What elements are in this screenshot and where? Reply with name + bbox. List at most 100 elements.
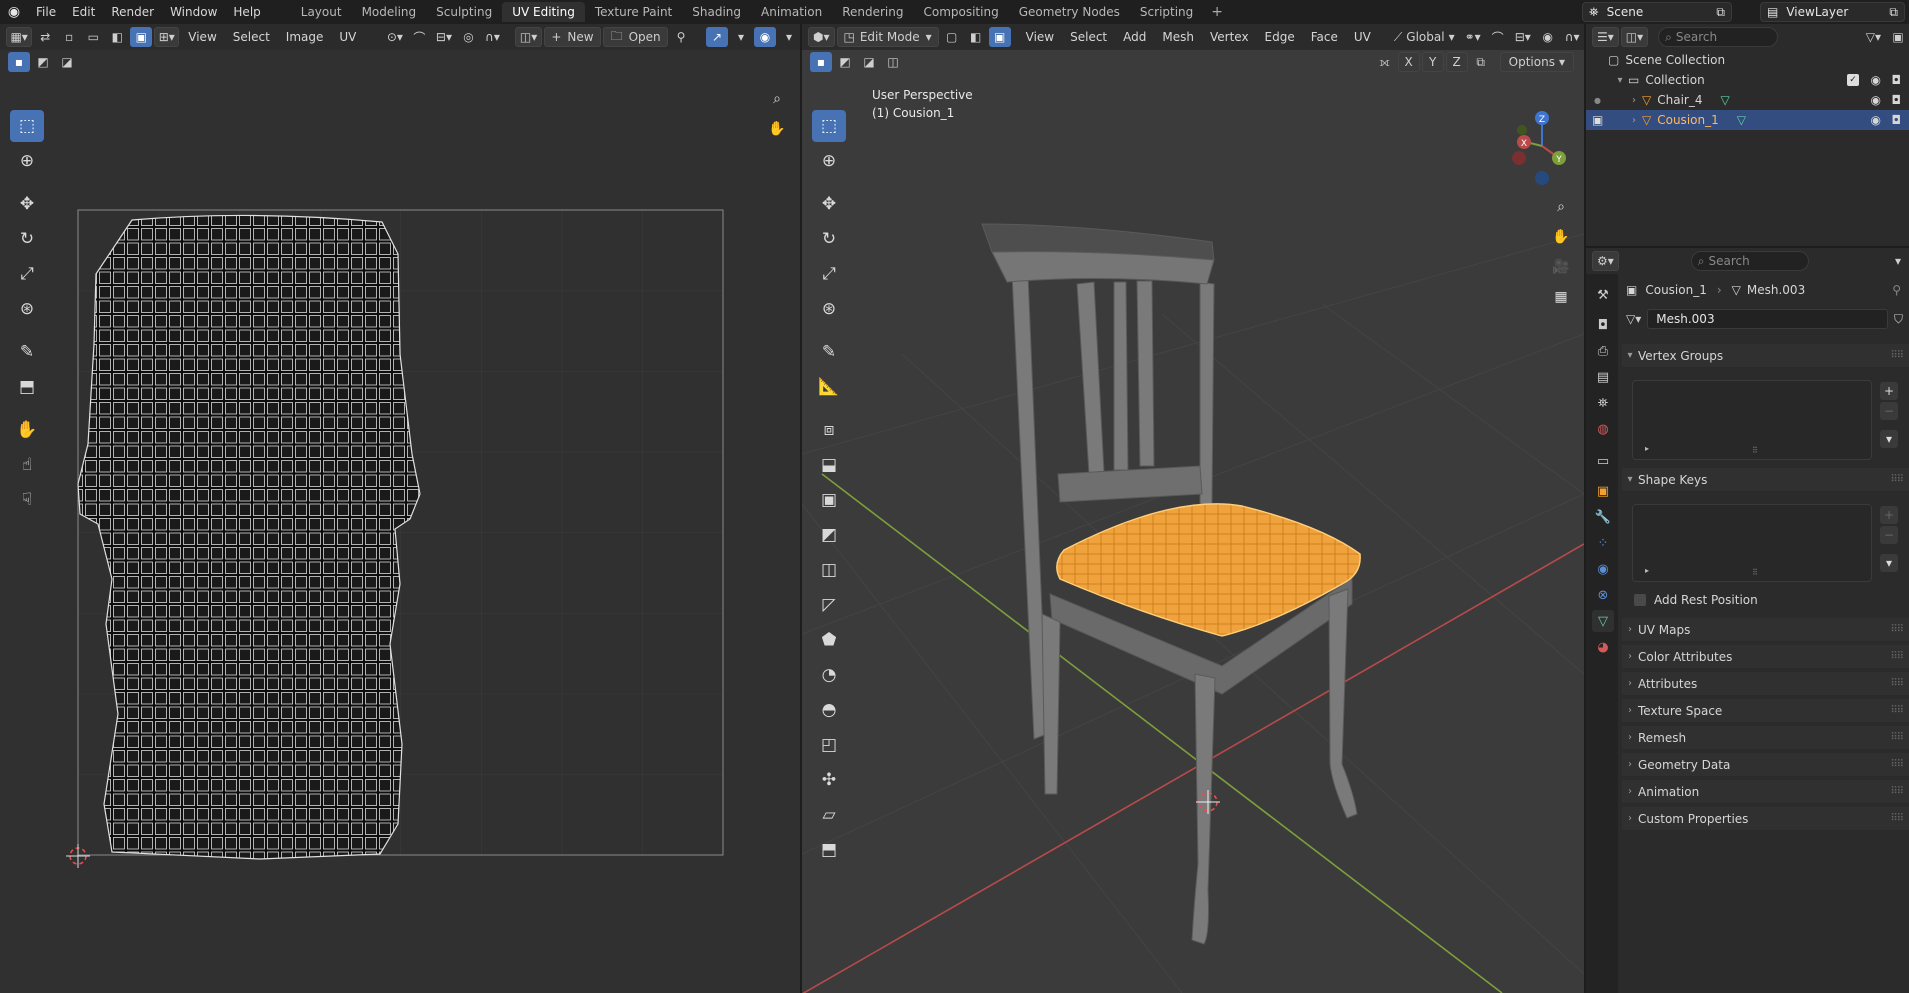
move-icon[interactable]: ✥ (812, 188, 846, 220)
remove-vertex-group-button[interactable]: − (1880, 402, 1898, 420)
scale-icon[interactable]: ⤢ (812, 258, 846, 290)
poly-build-icon[interactable]: ⬟ (812, 624, 846, 656)
visibility-eye-icon[interactable]: ◉ (1871, 93, 1881, 107)
drag-handle-icon[interactable]: ⠿⠿ (1890, 759, 1904, 770)
outliner-scene-collection[interactable]: ▢ Scene Collection (1586, 50, 1909, 70)
pin-icon[interactable]: ⚲ (1892, 283, 1901, 297)
snap-icon[interactable]: ⌒ (1487, 27, 1509, 47)
drag-handle-icon[interactable]: ⠿⠿ (1890, 678, 1904, 689)
vp-menu-view[interactable]: View (1019, 30, 1061, 44)
mirror-y-button[interactable]: Y (1421, 52, 1444, 72)
visibility-eye-icon[interactable]: ◉ (1871, 73, 1881, 87)
viewport-canvas[interactable]: Z Y X (802, 74, 1584, 993)
camera-view-icon[interactable]: 🎥 (1548, 254, 1574, 280)
chevron-right-icon[interactable]: › (1626, 115, 1642, 126)
tool-tab-icon[interactable]: ⚒ (1592, 284, 1614, 306)
editor-type-icon[interactable]: ⚙▾ (1592, 251, 1619, 271)
annotate-icon[interactable]: ✎ (10, 336, 44, 368)
chevron-right-icon[interactable]: › (1626, 95, 1642, 106)
snap-target-icon[interactable]: ⊟▾ (1511, 27, 1535, 47)
list-expand-icon[interactable]: ▸ (1645, 566, 1649, 575)
drag-handle-icon[interactable]: ⠿⠿ (1890, 474, 1904, 485)
scene-selector[interactable]: ⛯ Scene ⧉ (1582, 2, 1732, 22)
uv-island[interactable] (60, 204, 440, 874)
outliner-item-cousion-1[interactable]: ▣ › ▽ Cousion_1 ▽ ◉ ◘ (1586, 110, 1909, 130)
add-shape-key-button[interactable]: + (1880, 506, 1898, 524)
visibility-eye-icon[interactable]: ◉ (1871, 113, 1881, 127)
shape-keys-list[interactable]: ▸ ⠿ (1632, 504, 1872, 582)
copy-icon[interactable]: ⧉ (1889, 5, 1898, 20)
list-resize-icon[interactable]: ⠿ (1752, 446, 1758, 455)
chevron-down-icon[interactable]: ▾ (1612, 75, 1628, 86)
transform-orientation-selector[interactable]: ⟋ Global ▾ (1390, 27, 1459, 47)
grab-icon[interactable]: ✋ (10, 414, 44, 446)
material-tab-icon[interactable]: ◕ (1592, 636, 1614, 658)
vertex-groups-list[interactable]: ▸ ⠿ (1632, 380, 1872, 460)
exclude-checkbox[interactable]: ✓ (1847, 74, 1859, 86)
rotate-icon[interactable]: ↻ (10, 223, 44, 255)
vp-menu-uv[interactable]: UV (1347, 30, 1378, 44)
tab-layout[interactable]: Layout (291, 2, 352, 22)
menu-window[interactable]: Window (162, 5, 225, 19)
bevel-icon[interactable]: ◩ (812, 519, 846, 551)
face-select-mode-icon[interactable]: ▣ (988, 27, 1011, 47)
add-workspace-button[interactable]: + (1203, 4, 1231, 20)
remove-shape-key-button[interactable]: − (1880, 526, 1898, 544)
annotate-icon[interactable]: ✎ (812, 336, 846, 368)
add-vertex-group-button[interactable]: + (1880, 382, 1898, 400)
select-subtract-icon[interactable]: ◪ (858, 52, 880, 72)
view-layer-tab-icon[interactable]: ▤ (1592, 366, 1614, 388)
vp-menu-edge[interactable]: Edge (1258, 30, 1302, 44)
vp-menu-mesh[interactable]: Mesh (1155, 30, 1201, 44)
transform-icon[interactable]: ⊛ (10, 293, 44, 325)
tab-sculpting[interactable]: Sculpting (426, 2, 502, 22)
vp-menu-add[interactable]: Add (1116, 30, 1153, 44)
shape-keys-header[interactable]: ▾ Shape Keys ⠿⠿ (1622, 468, 1909, 492)
vertex-select-mode-icon[interactable]: ▢ (941, 27, 963, 47)
vp-menu-vertex[interactable]: Vertex (1203, 30, 1256, 44)
drag-handle-icon[interactable]: ⠿⠿ (1890, 624, 1904, 635)
animation-section[interactable]: › Animation ⠿⠿ (1622, 780, 1909, 804)
drag-handle-icon[interactable]: ⠿⠿ (1890, 705, 1904, 716)
mirror-z-button[interactable]: Z (1445, 52, 1468, 72)
tab-texture-paint[interactable]: Texture Paint (585, 2, 682, 22)
zoom-icon[interactable]: ⌕ (764, 86, 790, 112)
inset-faces-icon[interactable]: ▣ (812, 484, 846, 516)
drag-handle-icon[interactable]: ⠿⠿ (1890, 651, 1904, 662)
menu-render[interactable]: Render (103, 5, 162, 19)
measure-icon[interactable]: 📐 (812, 371, 846, 403)
options-dropdown[interactable]: Options ▾ (1499, 52, 1574, 72)
properties-search-input[interactable]: ⌕ Search (1690, 251, 1809, 271)
vertex-groups-header[interactable]: ▾ Vertex Groups ⠿⠿ (1622, 344, 1909, 368)
geometry-data-section[interactable]: › Geometry Data ⠿⠿ (1622, 753, 1909, 777)
select-new-icon[interactable]: ▪ (810, 52, 832, 72)
falloff-icon[interactable]: ∩▾ (1561, 27, 1584, 47)
world-tab-icon[interactable]: ◍ (1592, 418, 1614, 440)
tab-modeling[interactable]: Modeling (352, 2, 427, 22)
select-box-icon[interactable]: ⬚ (10, 110, 44, 142)
shape-key-menu-icon[interactable]: ▾ (1880, 554, 1898, 572)
perspective-toggle-icon[interactable]: ▦ (1548, 284, 1574, 310)
navigation-gizmo[interactable]: Z Y X (1512, 111, 1566, 185)
view-layer-selector[interactable]: ▤ ViewLayer ⧉ (1760, 2, 1905, 22)
tab-geometry-nodes[interactable]: Geometry Nodes (1009, 2, 1130, 22)
outliner-search-input[interactable]: ⌕ Search (1658, 27, 1779, 47)
render-tab-icon[interactable]: ◘ (1592, 314, 1614, 336)
tab-scripting[interactable]: Scripting (1130, 2, 1203, 22)
fake-user-shield-icon[interactable]: ⛉ (1894, 312, 1903, 327)
drag-handle-icon[interactable]: ⠿⠿ (1890, 350, 1904, 361)
vertex-group-menu-icon[interactable]: ▾ (1880, 430, 1898, 448)
mirror-x-button[interactable]: X (1397, 52, 1420, 72)
filter-icon[interactable]: ▽▾ (1862, 27, 1885, 47)
scale-icon[interactable]: ⤢ (10, 258, 44, 290)
tab-animation[interactable]: Animation (751, 2, 832, 22)
menu-edit[interactable]: Edit (64, 5, 103, 19)
particles-tab-icon[interactable]: ⁘ (1592, 532, 1614, 554)
mesh-data-tab-icon[interactable]: ▽ (1592, 610, 1614, 632)
mode-selector[interactable]: ◳ Edit Mode ▾ (836, 27, 939, 47)
outliner-item-chair-4[interactable]: ● › ▽ Chair_4 ▽ ◉ ◘ (1586, 90, 1909, 110)
texture-space-section[interactable]: › Texture Space ⠿⠿ (1622, 699, 1909, 723)
loop-cut-icon[interactable]: ◫ (812, 554, 846, 586)
vp-menu-face[interactable]: Face (1304, 30, 1345, 44)
chevron-down-icon[interactable]: ▾ (1887, 251, 1909, 271)
